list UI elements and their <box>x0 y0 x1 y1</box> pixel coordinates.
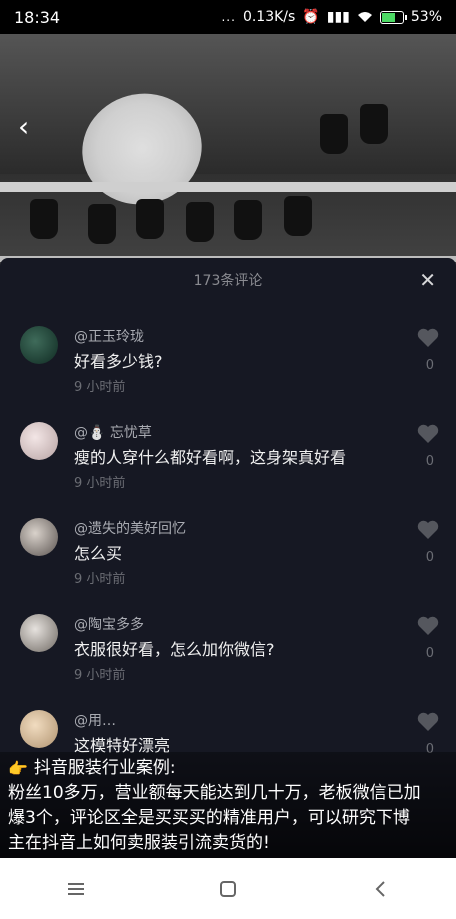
comment-time: 9 小时前 <box>74 380 126 395</box>
like-count: 0 <box>425 454 434 469</box>
avatar[interactable] <box>20 518 58 556</box>
spotlight <box>88 204 116 244</box>
like-count: 0 <box>425 646 434 661</box>
spotlight <box>30 199 58 239</box>
alarm-icon: ⏰ <box>302 9 320 25</box>
comments-header: 173条评论 ✕ <box>0 258 456 302</box>
comment-text: 怎么买 <box>74 544 123 563</box>
comment-text: 瘦的人穿什么都好看啊，这身架真好看 <box>74 448 347 467</box>
caption-title-row: 👉 抖音服装行业案例: <box>8 756 446 781</box>
heart-icon[interactable] <box>416 326 440 350</box>
wifi-icon <box>357 12 372 22</box>
spotlight <box>284 196 312 236</box>
back-icon[interactable]: ‹ <box>18 110 29 143</box>
back-nav-icon[interactable] <box>360 874 400 904</box>
comment-time: 9 小时前 <box>74 572 126 587</box>
avatar[interactable] <box>20 326 58 364</box>
battery-percent: 53% <box>410 9 442 25</box>
comment-username[interactable]: @正玉玲珑 <box>74 326 144 346</box>
spotlight <box>320 114 348 154</box>
comment-item[interactable]: @陶宝多多 衣服很好看，怎么加你微信? 9 小时前 0 <box>0 614 456 710</box>
menu-icon[interactable] <box>56 874 96 904</box>
comment-text: 好看多少钱? <box>74 352 163 371</box>
spotlight <box>136 199 164 239</box>
heart-icon[interactable] <box>416 710 440 734</box>
caption-line: 主在抖音上如何卖服装引流卖货的! <box>8 833 270 853</box>
comment-username[interactable]: @陶宝多多 <box>74 614 144 634</box>
caption-line: 爆3个，评论区全是买买买的精准用户，可以研究下博 <box>8 808 410 828</box>
spotlight <box>186 202 214 242</box>
signal-icon: ▮▮▮ <box>326 9 350 25</box>
comment-username[interactable]: @⛄ 忘忧草 <box>74 422 152 442</box>
comment-text: 衣服很好看，怎么加你微信? <box>74 640 275 659</box>
avatar[interactable] <box>20 422 58 460</box>
heart-icon[interactable] <box>416 614 440 638</box>
caption-line: 粉丝10多万，营业额每天能达到几十万，老板微信已加 <box>8 783 421 803</box>
heart-icon[interactable] <box>416 518 440 542</box>
comment-item[interactable]: @遗失的美好回忆 怎么买 9 小时前 0 <box>0 518 456 614</box>
home-icon[interactable] <box>208 874 248 904</box>
ceiling-scene <box>0 34 456 174</box>
network-speed: 0.13K/s <box>242 9 296 25</box>
promo-caption: 👉 抖音服装行业案例: 粉丝10多万，营业额每天能达到几十万，老板微信已加 爆3… <box>0 752 456 858</box>
avatar[interactable] <box>20 614 58 652</box>
comment-item[interactable]: @正玉玲珑 好看多少钱? 9 小时前 0 <box>0 326 456 422</box>
battery-icon <box>379 10 407 24</box>
status-time: 18:34 <box>14 7 61 27</box>
pointing-hand-icon: 👉 <box>8 759 28 778</box>
comment-username[interactable]: @用… <box>74 710 116 730</box>
status-icons: ... 0.13K/s ⏰ ▮▮▮ 53% <box>221 9 442 25</box>
caption-title: 抖音服装行业案例: <box>33 758 176 778</box>
comment-item[interactable]: @⛄ 忘忧草 瘦的人穿什么都好看啊，这身架真好看 9 小时前 0 <box>0 422 456 518</box>
light-track <box>0 182 456 192</box>
comments-count: 173条评论 <box>193 273 263 289</box>
spotlight <box>234 200 262 240</box>
comment-time: 9 小时前 <box>74 476 126 491</box>
like-count: 0 <box>425 550 434 565</box>
comment-time: 9 小时前 <box>74 668 126 683</box>
system-nav-bar <box>0 858 456 919</box>
heart-icon[interactable] <box>416 422 440 446</box>
comment-username[interactable]: @遗失的美好回忆 <box>74 518 186 538</box>
close-icon[interactable]: ✕ <box>419 268 436 292</box>
status-bar: 18:34 ... 0.13K/s ⏰ ▮▮▮ 53% <box>0 0 456 34</box>
like-count: 0 <box>425 358 434 373</box>
notification-dots: ... <box>221 10 236 24</box>
spotlight <box>360 104 388 144</box>
avatar[interactable] <box>20 710 58 748</box>
